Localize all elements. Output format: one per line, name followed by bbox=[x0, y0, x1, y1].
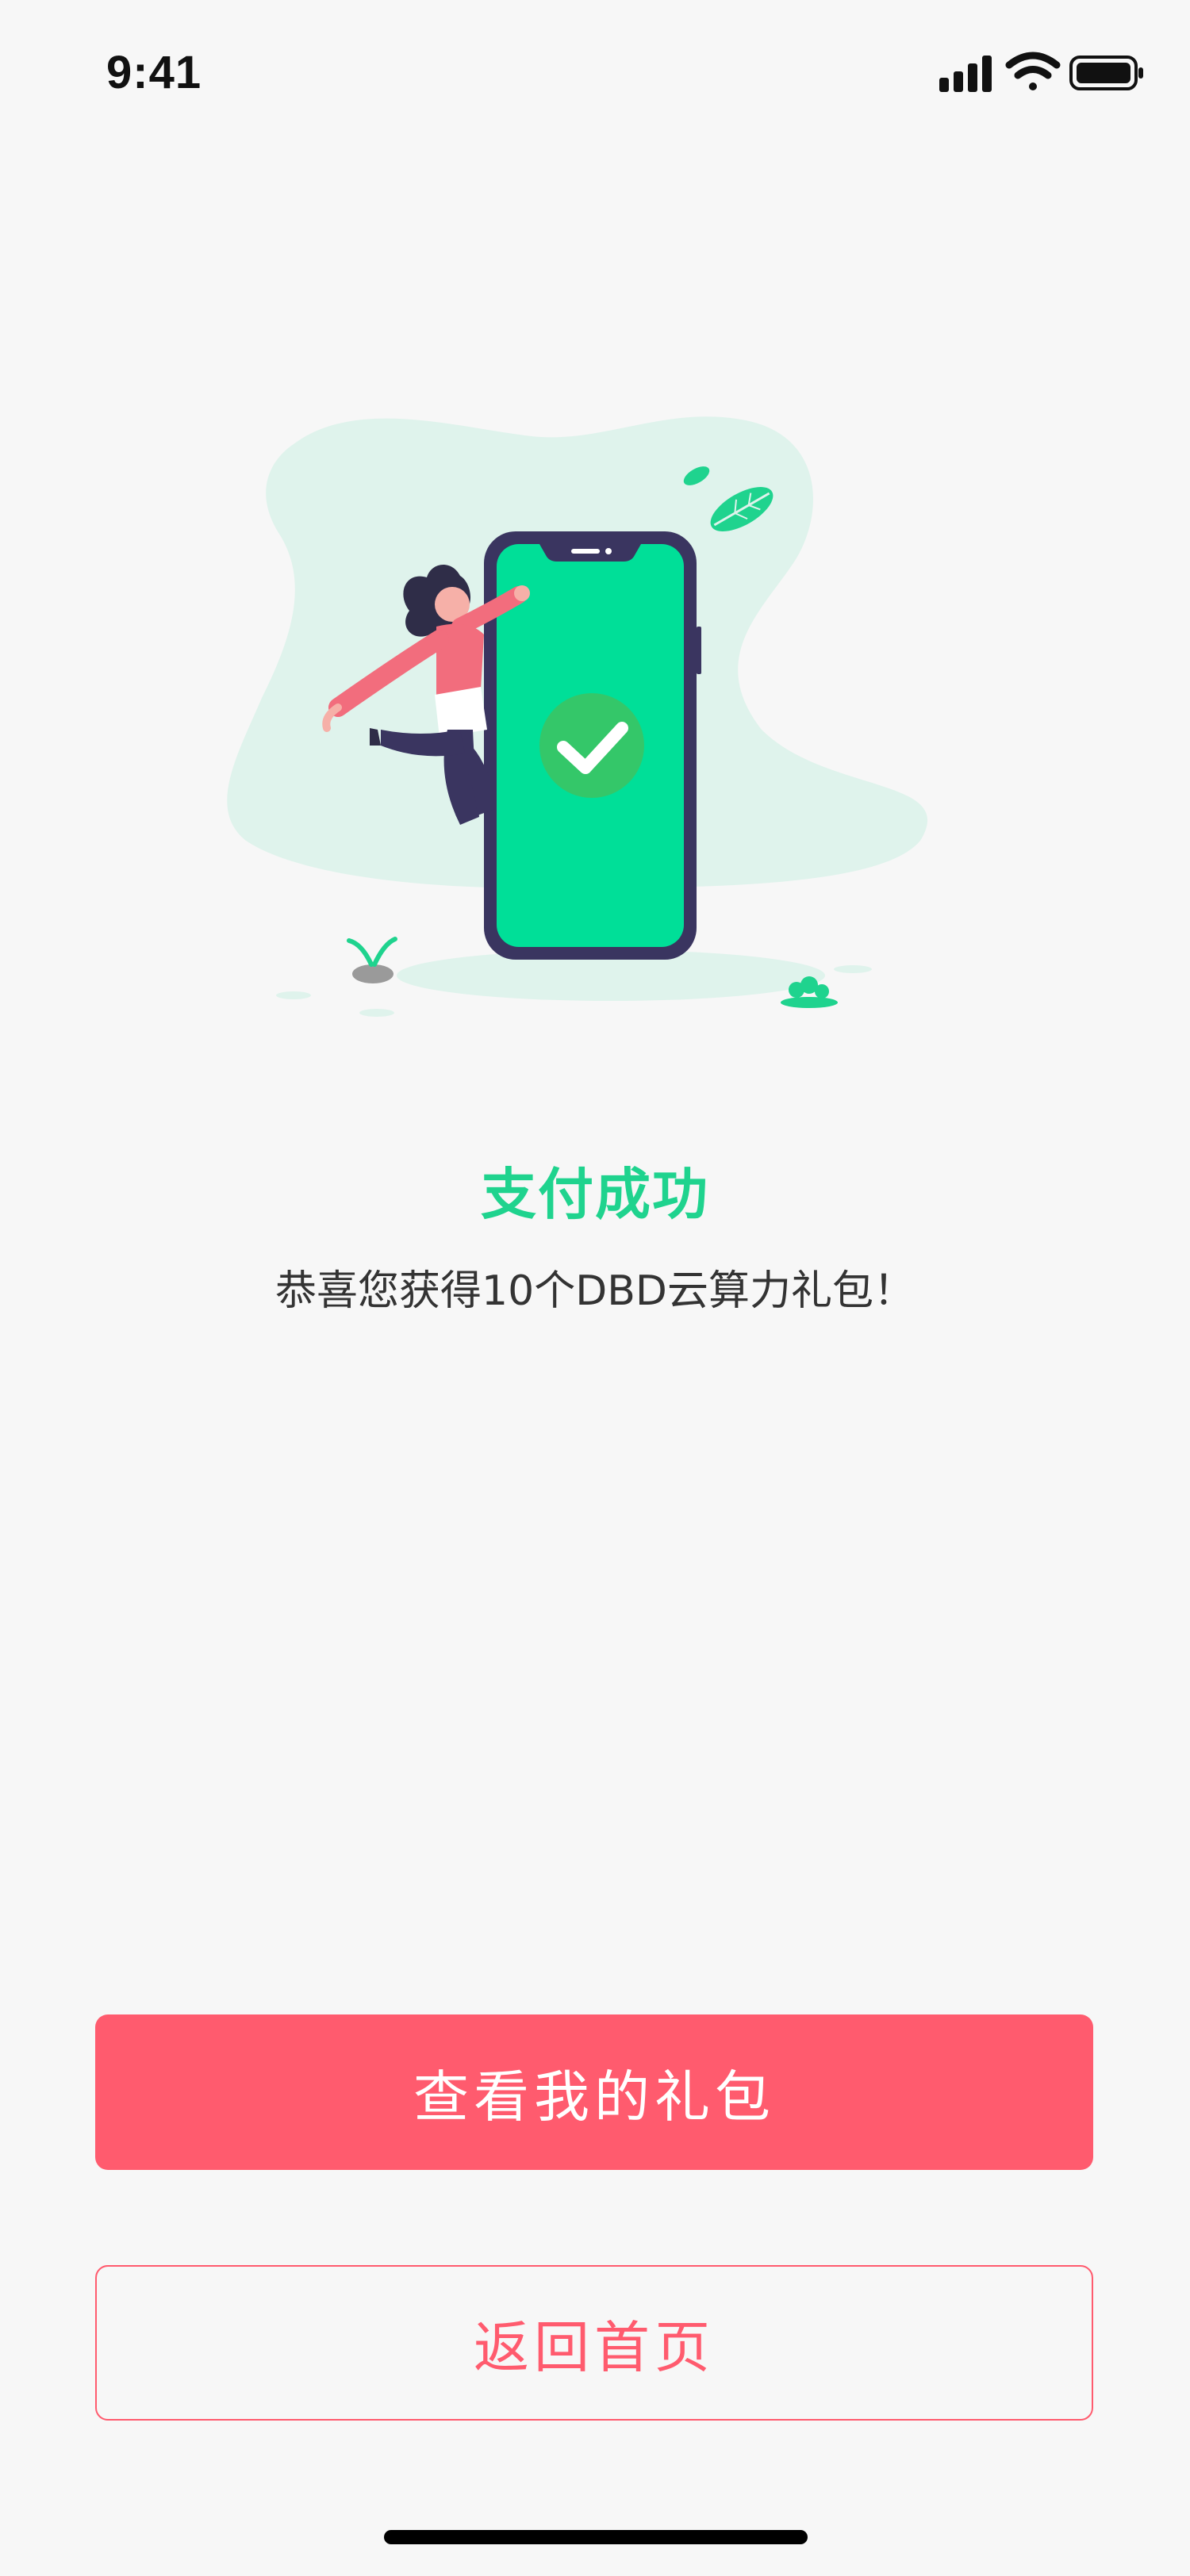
check-icon bbox=[539, 693, 644, 798]
back-to-home-button[interactable]: 返回首页 bbox=[95, 2265, 1093, 2421]
status-bar: 9:41 bbox=[0, 0, 1190, 151]
view-my-gift-button[interactable]: 查看我的礼包 bbox=[95, 2014, 1093, 2170]
plant-icon bbox=[347, 937, 397, 983]
signal-icon bbox=[939, 56, 992, 92]
battery-icon bbox=[1069, 56, 1143, 90]
wifi-icon bbox=[1005, 52, 1061, 90]
success-title: 支付成功 bbox=[481, 1162, 709, 1227]
payment-success-screen: 9:41 支付成功 恭喜您获得10个DBD云算力礼包！ 查看我的礼包 返回首页 bbox=[0, 0, 1190, 2576]
home-indicator[interactable] bbox=[384, 2530, 808, 2544]
payment-success-illustration bbox=[227, 416, 928, 1017]
status-icons bbox=[939, 52, 1143, 92]
status-time: 9:41 bbox=[106, 47, 202, 98]
success-message: 恭喜您获得10个DBD云算力礼包！ bbox=[275, 1267, 915, 1315]
